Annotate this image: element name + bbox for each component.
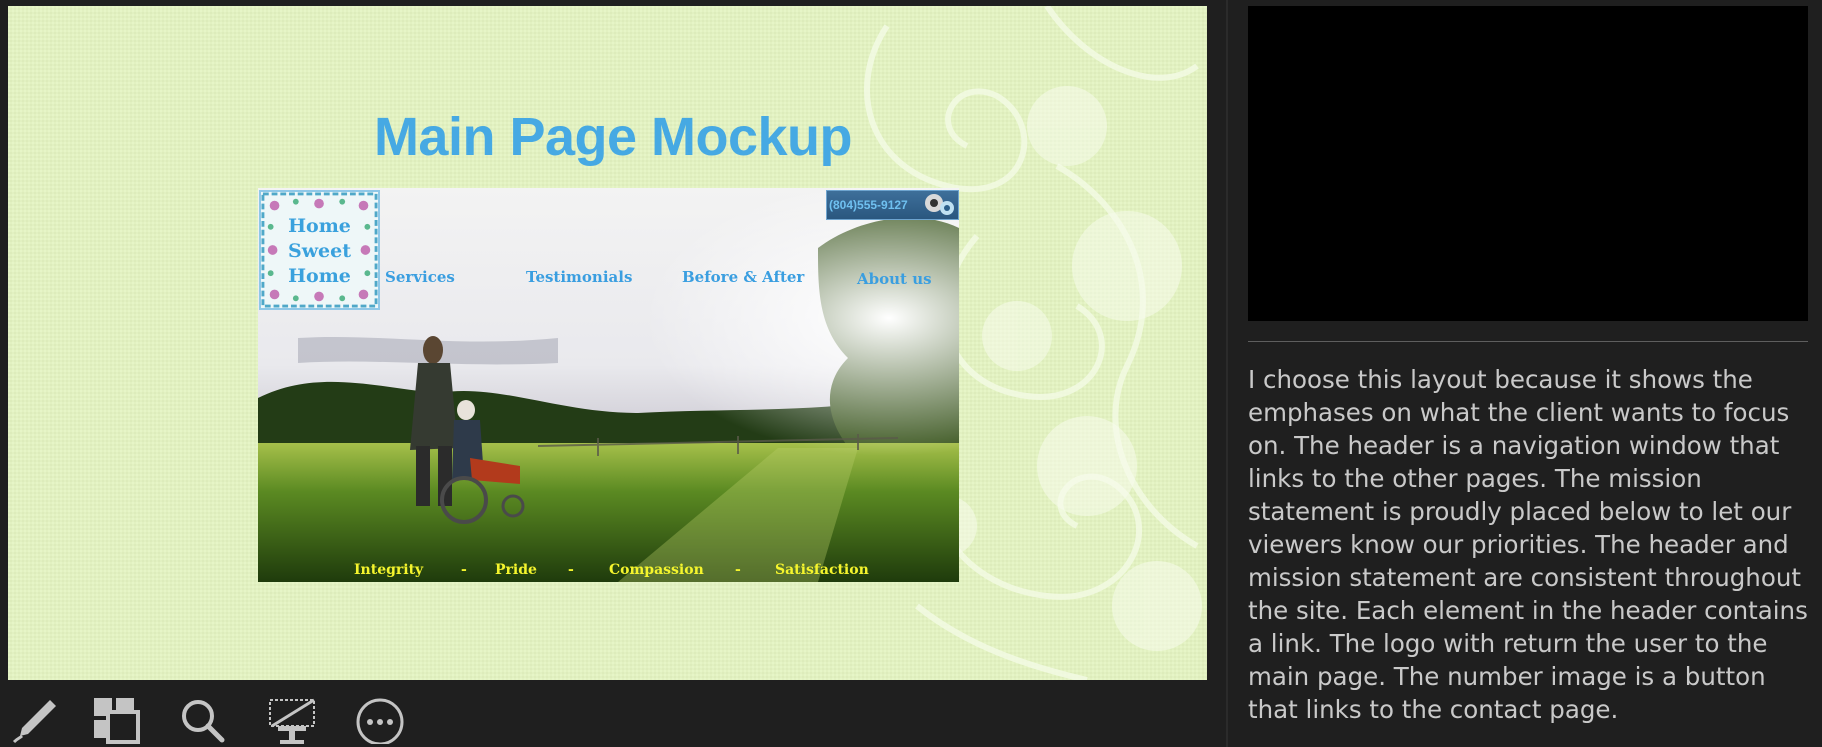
next-slide-preview[interactable] xyxy=(1248,6,1808,321)
homepage-mockup-image: Home Sweet Home (804)555-9127 Services T… xyxy=(258,188,959,582)
current-slide[interactable]: Main Page Mockup Home Sweet Home (804)55… xyxy=(8,6,1207,680)
pane-divider[interactable] xyxy=(1226,0,1228,747)
mission-separator: - xyxy=(568,562,574,578)
mission-separator: - xyxy=(461,562,467,578)
nav-link-before-after[interactable]: Before & After xyxy=(682,268,804,286)
notes-separator xyxy=(1248,341,1808,342)
mission-pride: Pride xyxy=(495,562,537,578)
more-options-icon xyxy=(356,698,404,746)
more-options-button[interactable] xyxy=(354,696,406,746)
nav-link-services[interactable]: Services xyxy=(385,268,455,286)
nav-link-about[interactable]: About us xyxy=(857,270,932,288)
presenter-view: Main Page Mockup Home Sweet Home (804)55… xyxy=(0,0,1822,747)
phone-number-button[interactable]: (804)555-9127 xyxy=(826,190,959,220)
logo-line-2: Sweet xyxy=(287,240,352,262)
nav-link-testimonials[interactable]: Testimonials xyxy=(526,268,632,286)
presenter-toolbar xyxy=(0,690,440,747)
zoom-button[interactable] xyxy=(178,696,230,744)
toggle-subtitles-button[interactable] xyxy=(266,696,318,744)
mission-separator: - xyxy=(735,562,741,578)
pen-icon xyxy=(12,700,56,744)
slide-title: Main Page Mockup xyxy=(373,107,853,167)
mission-satisfaction: Satisfaction xyxy=(775,562,869,578)
see-all-slides-button[interactable] xyxy=(92,696,144,744)
pen-tool-button[interactable] xyxy=(10,696,62,744)
logo-line-3: Home xyxy=(288,265,351,287)
subtitles-icon xyxy=(269,698,315,744)
speaker-notes[interactable]: I choose this layout because it shows th… xyxy=(1248,363,1808,726)
flower-icon xyxy=(925,194,954,215)
logo-line-1: Home xyxy=(288,215,351,237)
slides-grid-icon xyxy=(94,698,140,744)
mission-integrity: Integrity xyxy=(354,562,424,578)
phone-number: (804)555-9127 xyxy=(829,198,908,212)
mission-compassion: Compassion xyxy=(609,562,704,578)
zoom-icon xyxy=(182,700,225,743)
site-logo[interactable]: Home Sweet Home xyxy=(259,190,380,310)
